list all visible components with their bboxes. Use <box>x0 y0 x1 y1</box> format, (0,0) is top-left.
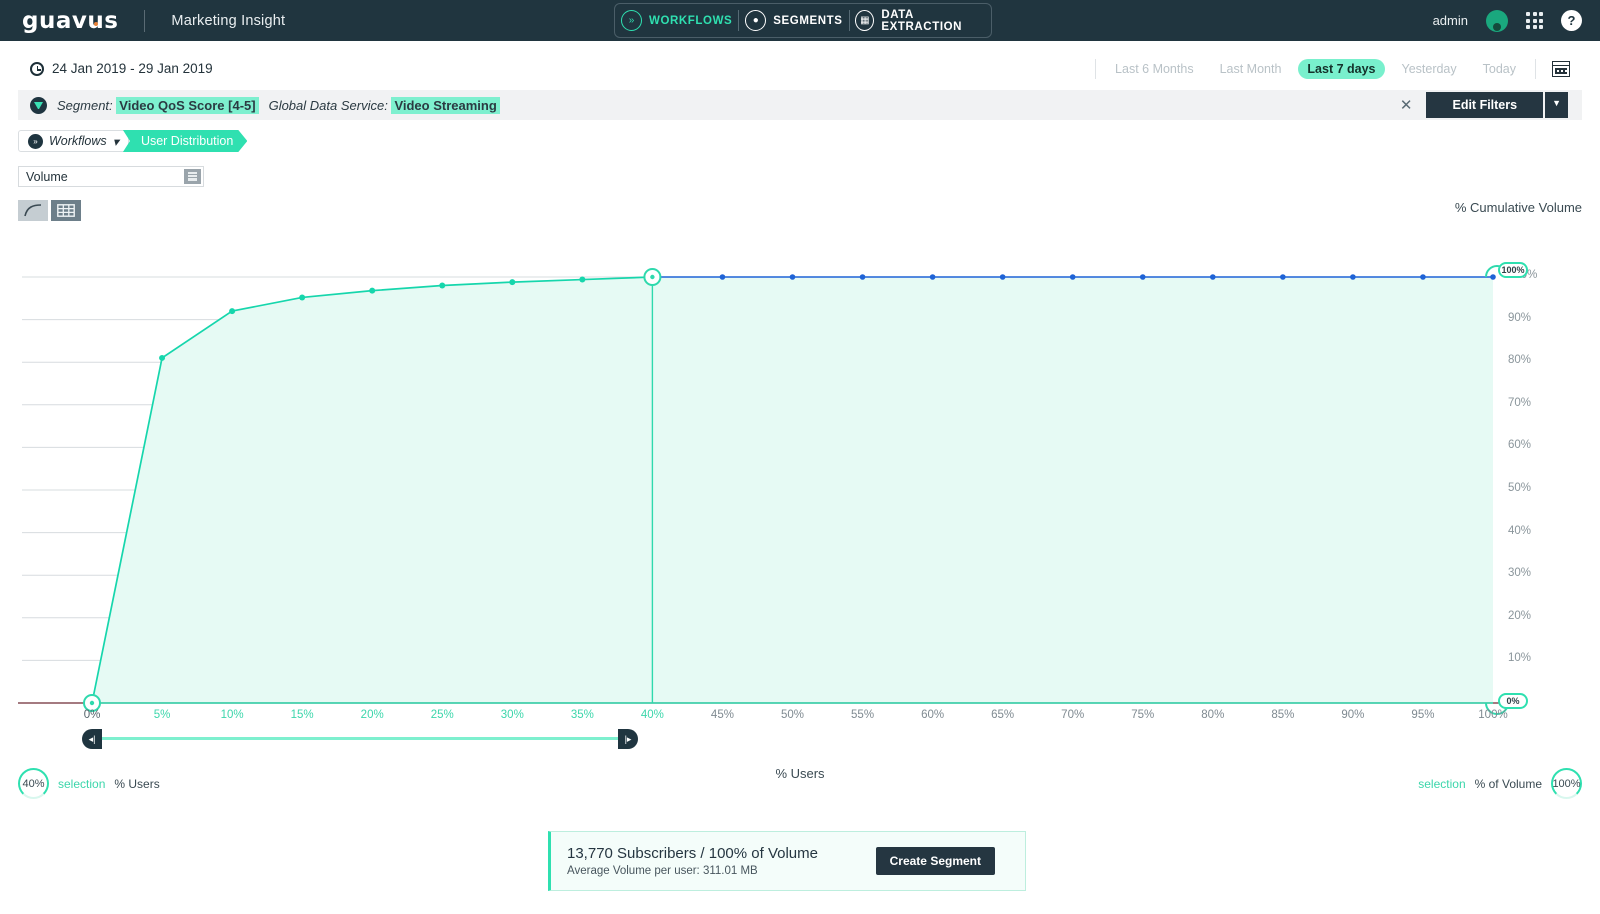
y-tick-10: 10% <box>1508 652 1532 665</box>
x-tick-90: 90% <box>1341 709 1365 721</box>
x-tick-75: 75% <box>1131 709 1155 721</box>
x-tick-95: 95% <box>1411 709 1435 721</box>
summary-headline: 13,770 Subscribers / 100% of Volume <box>567 845 818 862</box>
selection-volume-badge[interactable]: 100% <box>1551 768 1582 799</box>
x-tick-50: 50% <box>780 709 805 721</box>
y-tick-20: 20% <box>1508 609 1532 622</box>
selection-users-badge[interactable]: 40% <box>18 768 49 799</box>
x-tick-80: 80% <box>1201 709 1225 721</box>
x-tick-0: 0% <box>83 709 101 721</box>
app-root: guavus Marketing Insight » WORKFLOWS ● S… <box>0 0 1600 914</box>
x-tick-35: 35% <box>570 709 594 721</box>
legend-right-selection-label: selection <box>1418 776 1466 791</box>
x-tick-10: 10% <box>220 709 244 721</box>
range-slider[interactable]: ◂| |▸ <box>82 729 638 749</box>
y-tick-60: 60% <box>1508 439 1532 452</box>
x-tick-70: 70% <box>1061 709 1085 721</box>
x-tick-5: 5% <box>153 709 171 721</box>
legend-left-selection-label: selection <box>58 776 106 791</box>
chart-x-axis-title: % Users <box>775 766 825 781</box>
x-tick-60: 60% <box>921 709 945 721</box>
x-tick-55: 55% <box>851 709 875 721</box>
x-tick-30: 30% <box>500 709 524 721</box>
selection-volume-badge-bottom[interactable]: 0% <box>1498 693 1528 709</box>
user-distribution-chart[interactable] <box>0 0 1600 760</box>
x-tick-20: 20% <box>360 709 384 721</box>
legend-right-axis-label: % of Volume <box>1474 776 1542 791</box>
x-tick-40: 40% <box>640 709 664 721</box>
y-tick-80: 80% <box>1508 354 1532 367</box>
selection-volume-badge-top[interactable]: 100% <box>1498 262 1528 278</box>
x-tick-65: 65% <box>991 709 1015 721</box>
legend-left: 40% selection % Users <box>18 768 160 799</box>
range-slider-track <box>92 737 628 740</box>
y-tick-40: 40% <box>1508 524 1532 537</box>
x-tick-100: 100% <box>1478 709 1508 721</box>
x-tick-25: 25% <box>430 709 454 721</box>
summary-subline: Average Volume per user: 311.01 MB <box>567 865 758 877</box>
legend-left-axis-label: % Users <box>114 776 160 791</box>
x-tick-15: 15% <box>290 709 314 721</box>
x-tick-45: 45% <box>710 709 734 721</box>
range-handle-left[interactable]: ◂| <box>82 729 102 749</box>
y-tick-90: 90% <box>1508 311 1532 324</box>
y-tick-70: 70% <box>1508 396 1532 409</box>
create-segment-button[interactable]: Create Segment <box>875 847 995 875</box>
y-tick-30: 30% <box>1508 567 1532 580</box>
summary-card: 13,770 Subscribers / 100% of Volume Aver… <box>548 831 1026 891</box>
summary-text: 13,770 Subscribers / 100% of Volume Aver… <box>567 845 818 877</box>
x-tick-85: 85% <box>1271 709 1295 721</box>
y-tick-50: 50% <box>1508 482 1532 494</box>
range-handle-right[interactable]: |▸ <box>618 729 638 749</box>
legend-right: selection % of Volume 100% <box>1418 768 1582 799</box>
